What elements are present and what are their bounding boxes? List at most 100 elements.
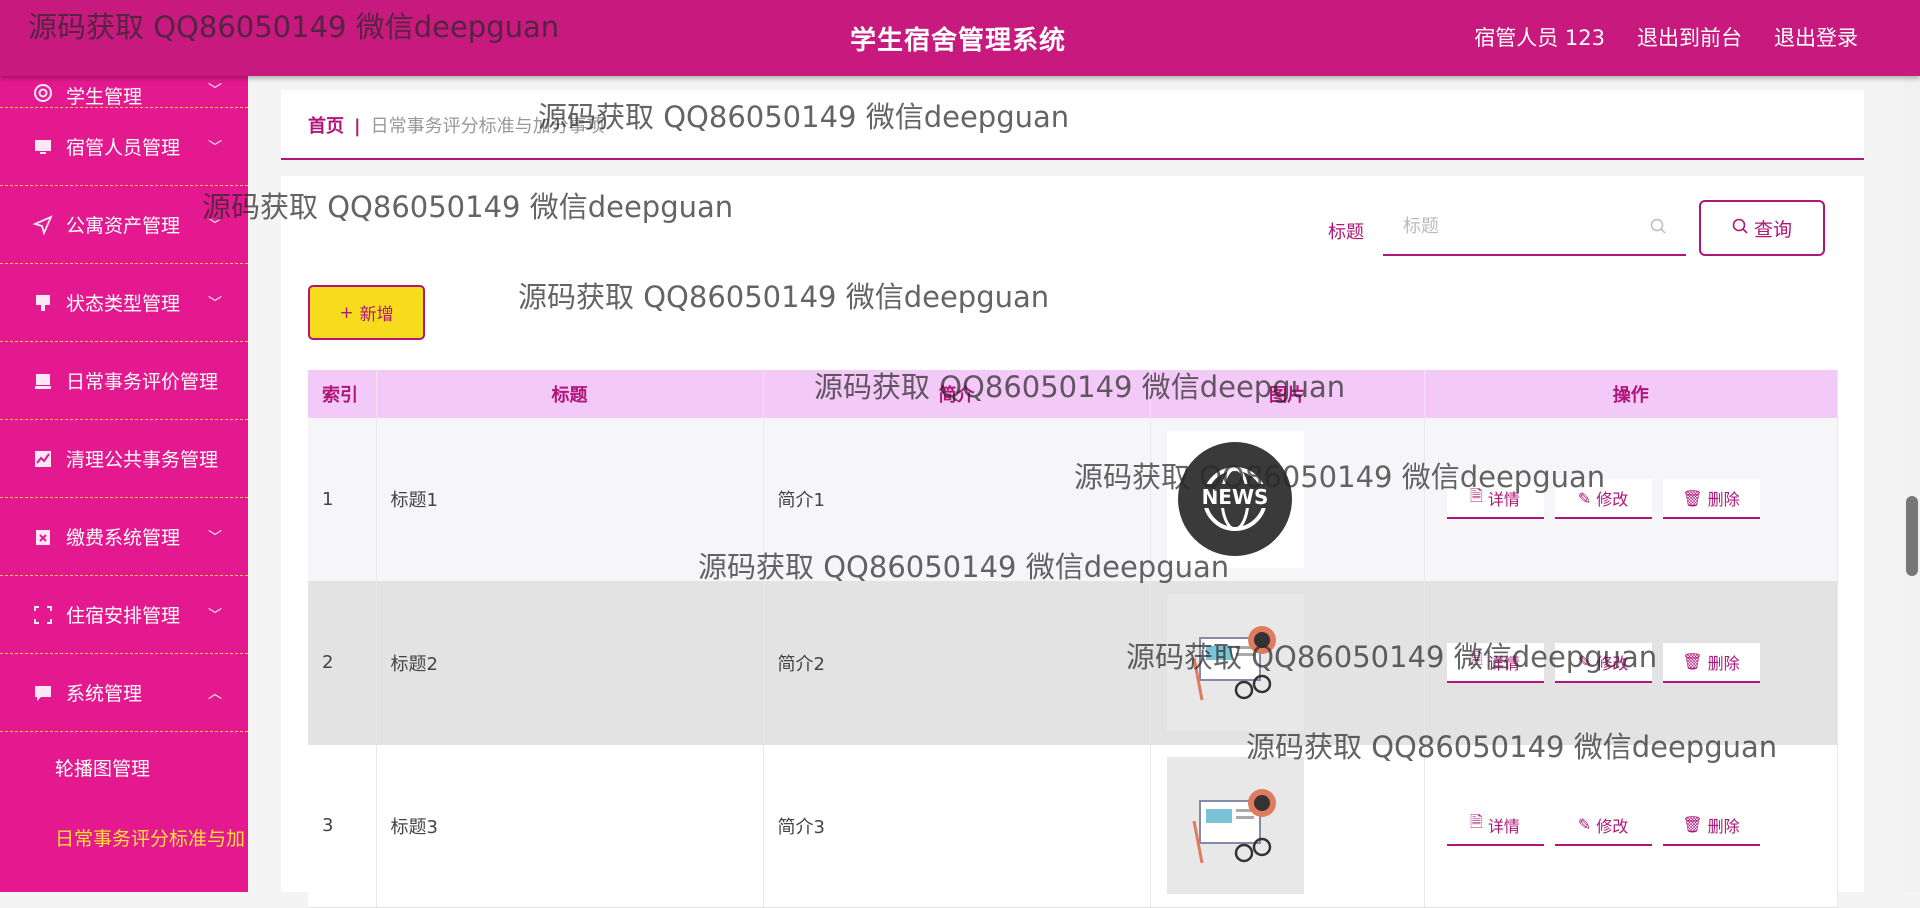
cell-title: 标题1 [376, 418, 764, 582]
chevron-down-icon: ﹀ [208, 217, 222, 234]
cell-intro: 简介1 [763, 418, 1151, 582]
delete-button-label: 删除 [1707, 653, 1740, 673]
trash-icon: 🗑 [1682, 488, 1703, 508]
message-icon [32, 682, 54, 704]
sidebar-item-student[interactable]: 学生管理 ﹀ [0, 76, 248, 108]
sidebar-item-status-type[interactable]: 状态类型管理 ﹀ [0, 264, 248, 342]
cell-title: 标题3 [376, 744, 764, 908]
detail-button[interactable]: 🗎 详情 [1446, 479, 1544, 520]
sidebar-item-label: 缴费系统管理 [66, 527, 181, 549]
chevron-down-icon: ﹀ [208, 295, 222, 312]
cell-intro: 简介2 [763, 581, 1151, 745]
search-input[interactable] [1383, 200, 1643, 252]
send-icon [32, 214, 54, 236]
cell-title: 标题2 [376, 581, 764, 745]
news-paper-image [1166, 757, 1304, 894]
cell-actions: 🗎 详情 ✎ 修改 🗑 删除 [1424, 418, 1838, 582]
cell-image [1150, 581, 1425, 745]
edit-button-label: 修改 [1596, 816, 1629, 836]
sidebar-item-public-cleaning[interactable]: 清理公共事务管理 [0, 420, 248, 498]
app-title: 学生宿舍管理系统 [850, 26, 1067, 56]
cell-image [1150, 744, 1425, 908]
sidebar-subitem-daily-standard[interactable]: 日常事务评分标准与加 [0, 802, 248, 872]
sidebar-item-daily-evaluation[interactable]: 日常事务评价管理 [0, 342, 248, 420]
column-header-actions: 操作 [1424, 370, 1838, 418]
detail-button[interactable]: 🗎 详情 [1446, 805, 1544, 846]
edit-button[interactable]: ✎ 修改 [1554, 479, 1652, 520]
row-actions: 🗎 详情 ✎ 修改 🗑 删除 [1439, 805, 1838, 846]
detail-button-label: 详情 [1487, 653, 1520, 673]
row-actions: 🗎 详情 ✎ 修改 🗑 删除 [1439, 642, 1838, 683]
column-header-title: 标题 [376, 370, 764, 418]
page-scrollbar[interactable] [1904, 76, 1920, 892]
news-globe-image: NEWS [1166, 430, 1304, 568]
sidebar-item-assets[interactable]: 公寓资产管理 ﹀ [0, 186, 248, 264]
breadcrumb-card: 首页 | 日常事务评分标准与加分事项 [281, 90, 1864, 160]
add-button[interactable]: + 新增 [308, 285, 425, 340]
svg-text:NEWS: NEWS [1202, 485, 1269, 509]
cell-actions: 🗎 详情 ✎ 修改 🗑 删除 [1424, 581, 1838, 745]
query-button[interactable]: 查询 [1699, 200, 1825, 256]
table-header-row: 索引 标题 简介 图片 操作 [308, 370, 1838, 418]
detail-button[interactable]: 🗎 详情 [1446, 642, 1544, 683]
chevron-down-icon: ﹀ [208, 83, 222, 99]
delete-button[interactable]: 🗑 删除 [1662, 805, 1760, 846]
sidebar-item-label: 日常事务评价管理 [66, 371, 219, 393]
document-icon: 🗎 [1470, 649, 1483, 668]
edit-button-label: 修改 [1596, 653, 1629, 673]
delete-button[interactable]: 🗑 删除 [1662, 642, 1760, 683]
monitor-icon [32, 136, 54, 158]
sidebar-item-accommodation[interactable]: 住宿安排管理 ﹀ [0, 576, 248, 654]
sidebar-item-label: 公寓资产管理 [66, 215, 181, 237]
row-actions: 🗎 详情 ✎ 修改 🗑 删除 [1439, 479, 1838, 520]
detail-button-label: 详情 [1487, 816, 1520, 836]
cell-actions: 🗎 详情 ✎ 修改 🗑 删除 [1424, 744, 1838, 908]
list-panel: 标题 查询 + 新增 索引 标题 简介 图片 操作 [281, 176, 1864, 908]
add-button-label: 新增 [359, 305, 394, 325]
table-row: 3 标题3 简介3 🗎 详情 ✎ 修改 🗑 删除 [308, 744, 1838, 908]
printer-icon [32, 370, 54, 392]
stamp-icon [32, 292, 54, 314]
column-header-image: 图片 [1150, 370, 1425, 418]
edit-button[interactable]: ✎ 修改 [1554, 805, 1652, 846]
cell-intro: 简介3 [763, 744, 1151, 908]
search-icon [1732, 217, 1748, 239]
delete-button-label: 删除 [1707, 816, 1740, 836]
cell-image: NEWS [1150, 418, 1425, 582]
column-header-index: 索引 [308, 370, 377, 418]
document-icon: 🗎 [1470, 812, 1483, 831]
sidebar-subitem-carousel[interactable]: 轮播图管理 [0, 732, 248, 802]
table-row: 1 标题1 简介1 NEWS 🗎 详情 ✎ 修改 🗑 删除 [308, 418, 1838, 582]
top-right-menu: 宿管人员 123 退出到前台 退出登录 [1474, 22, 1858, 52]
sidebar-item-label: 清理公共事务管理 [66, 449, 219, 471]
query-button-label: 查询 [1753, 218, 1792, 241]
edit-button-label: 修改 [1596, 490, 1629, 510]
pencil-icon: ✎ [1577, 488, 1592, 508]
breadcrumb-home[interactable]: 首页 [308, 116, 344, 137]
edit-button[interactable]: ✎ 修改 [1554, 642, 1652, 683]
sidebar-item-label: 住宿安排管理 [66, 605, 181, 627]
delete-button[interactable]: 🗑 删除 [1662, 479, 1760, 520]
sidebar: 学生管理 ﹀ 宿管人员管理 ﹀ 公寓资产管理 ﹀ 状态类型管理 ﹀ 日常事务评价… [0, 76, 248, 892]
lifebuoy-icon [32, 82, 54, 104]
sidebar-item-payment[interactable]: 缴费系统管理 ﹀ [0, 498, 248, 576]
current-user[interactable]: 宿管人员 123 [1474, 22, 1605, 52]
chevron-down-icon: ﹀ [208, 529, 222, 546]
sidebar-item-label: 宿管人员管理 [66, 137, 181, 159]
cell-index: 3 [308, 744, 377, 908]
chart-icon [32, 448, 54, 470]
breadcrumb-separator: | [354, 116, 361, 137]
cell-index: 1 [308, 418, 377, 582]
sidebar-item-label: 状态类型管理 [66, 293, 181, 315]
scrollbar-thumb[interactable] [1906, 496, 1918, 576]
exit-to-front-link[interactable]: 退出到前台 [1637, 22, 1742, 52]
cell-index: 2 [308, 581, 377, 745]
column-header-intro: 简介 [763, 370, 1151, 418]
sidebar-item-staff[interactable]: 宿管人员管理 ﹀ [0, 108, 248, 186]
logout-link[interactable]: 退出登录 [1774, 22, 1858, 52]
delete-button-label: 删除 [1707, 490, 1740, 510]
search-label: 标题 [1328, 222, 1364, 243]
chevron-up-icon: ︿ [208, 685, 222, 702]
search-field [1383, 200, 1686, 256]
sidebar-item-system[interactable]: 系统管理 ︿ [0, 654, 248, 732]
